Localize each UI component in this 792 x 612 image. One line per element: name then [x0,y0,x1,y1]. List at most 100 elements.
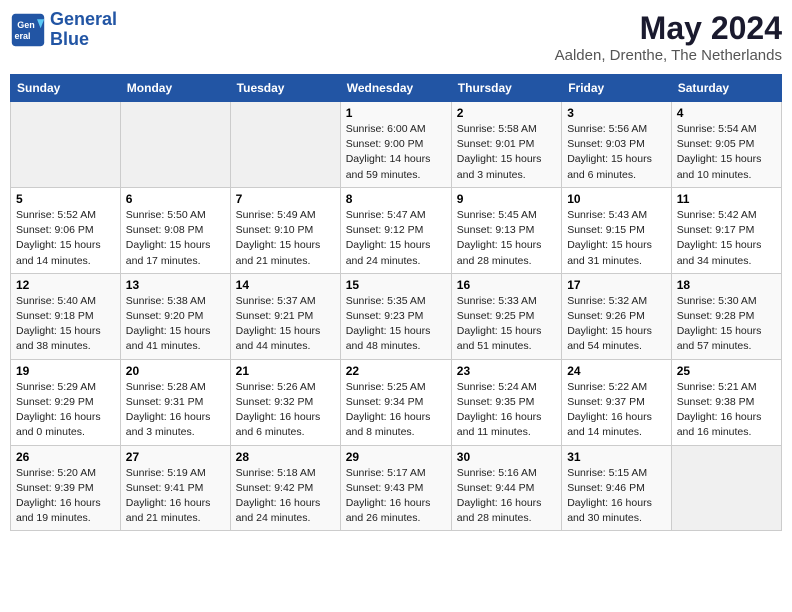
day-cell: 1Sunrise: 6:00 AM Sunset: 9:00 PM Daylig… [340,102,451,188]
day-number: 31 [567,450,666,464]
day-cell: 28 Sunrise: 5:18 AM Sunset: 9:42 PM Dayli… [230,445,340,531]
day-cell: 8 Sunrise: 5:47 AM Sunset: 9:12 PM Daylig… [340,187,451,273]
day-number: 13 [126,278,225,292]
day-info: Sunrise: 5:20 AM Sunset: 9:39 PM Dayligh… [16,466,115,527]
day-info: Sunrise: 6:00 AM Sunset: 9:00 PM Dayligh… [346,122,446,183]
day-cell: 6Sunrise: 5:50 AM Sunset: 9:08 PM Daylig… [120,187,230,273]
day-cell: 13Sunrise: 5:38 AM Sunset: 9:20 PM Dayli… [120,273,230,359]
svg-text:eral: eral [15,31,31,41]
month-title: May 2024 [555,10,782,47]
day-cell: 7 Sunrise: 5:49 AM Sunset: 9:10 PM Daylig… [230,187,340,273]
day-cell: 15Sunrise: 5:35 AM Sunset: 9:23 PM Dayli… [340,273,451,359]
col-thursday: Thursday [451,75,561,102]
day-number: 22 [346,364,446,378]
day-number: 25 [677,364,776,378]
day-info: Sunrise: 5:32 AM Sunset: 9:26 PM Dayligh… [567,294,666,355]
day-cell: 29 Sunrise: 5:17 AM Sunset: 9:43 PM Dayli… [340,445,451,531]
day-number: 2 [457,106,556,120]
day-cell [120,102,230,188]
day-number: 20 [126,364,225,378]
day-info: Sunrise: 5:21 AM Sunset: 9:38 PM Dayligh… [677,380,776,441]
day-cell [230,102,340,188]
day-number: 27 [126,450,225,464]
day-number: 10 [567,192,666,206]
day-info: Sunrise: 5:30 AM Sunset: 9:28 PM Dayligh… [677,294,776,355]
logo-line1: General [50,9,117,29]
day-number: 5 [16,192,115,206]
week-row-1: 1Sunrise: 6:00 AM Sunset: 9:00 PM Daylig… [11,102,782,188]
day-number: 21 [236,364,335,378]
day-number: 14 [236,278,335,292]
day-cell: 16Sunrise: 5:33 AM Sunset: 9:25 PM Dayli… [451,273,561,359]
day-info: Sunrise: 5:35 AM Sunset: 9:23 PM Dayligh… [346,294,446,355]
day-cell: 5 Sunrise: 5:52 AM Sunset: 9:06 PM Daylig… [11,187,121,273]
day-info: Sunrise: 5:58 AM Sunset: 9:01 PM Dayligh… [457,122,556,183]
day-cell: 19Sunrise: 5:29 AM Sunset: 9:29 PM Dayli… [11,359,121,445]
day-number: 23 [457,364,556,378]
day-info: Sunrise: 5:17 AM Sunset: 9:43 PM Dayligh… [346,466,446,527]
day-cell: 20 Sunrise: 5:28 AM Sunset: 9:31 PM Dayli… [120,359,230,445]
day-number: 24 [567,364,666,378]
day-info: Sunrise: 5:16 AM Sunset: 9:44 PM Dayligh… [457,466,556,527]
day-info: Sunrise: 5:37 AM Sunset: 9:21 PM Dayligh… [236,294,335,355]
week-row-2: 5 Sunrise: 5:52 AM Sunset: 9:06 PM Daylig… [11,187,782,273]
day-cell: 22 Sunrise: 5:25 AM Sunset: 9:34 PM Dayli… [340,359,451,445]
day-number: 6 [126,192,225,206]
day-number: 30 [457,450,556,464]
day-number: 11 [677,192,776,206]
day-cell: 2 Sunrise: 5:58 AM Sunset: 9:01 PM Daylig… [451,102,561,188]
header-row: Sunday Monday Tuesday Wednesday Thursday… [11,75,782,102]
location-title: Aalden, Drenthe, The Netherlands [555,47,782,64]
day-number: 29 [346,450,446,464]
day-info: Sunrise: 5:42 AM Sunset: 9:17 PM Dayligh… [677,208,776,269]
day-info: Sunrise: 5:22 AM Sunset: 9:37 PM Dayligh… [567,380,666,441]
day-number: 12 [16,278,115,292]
day-cell: 21 Sunrise: 5:26 AM Sunset: 9:32 PM Dayli… [230,359,340,445]
day-number: 18 [677,278,776,292]
day-info: Sunrise: 5:24 AM Sunset: 9:35 PM Dayligh… [457,380,556,441]
day-cell: 17Sunrise: 5:32 AM Sunset: 9:26 PM Dayli… [562,273,672,359]
day-cell: 11 Sunrise: 5:42 AM Sunset: 9:17 PM Dayli… [671,187,781,273]
day-info: Sunrise: 5:52 AM Sunset: 9:06 PM Dayligh… [16,208,115,269]
day-cell: 4Sunrise: 5:54 AM Sunset: 9:05 PM Daylig… [671,102,781,188]
col-monday: Monday [120,75,230,102]
logo-line2: Blue [50,29,89,49]
day-cell: 30 Sunrise: 5:16 AM Sunset: 9:44 PM Dayli… [451,445,561,531]
col-saturday: Saturday [671,75,781,102]
day-info: Sunrise: 5:49 AM Sunset: 9:10 PM Dayligh… [236,208,335,269]
day-info: Sunrise: 5:18 AM Sunset: 9:42 PM Dayligh… [236,466,335,527]
page-header: Gen eral General Blue May 2024 Aalden, D… [10,10,782,64]
day-number: 7 [236,192,335,206]
day-number: 16 [457,278,556,292]
day-cell: 23 Sunrise: 5:24 AM Sunset: 9:35 PM Dayli… [451,359,561,445]
day-cell: 25 Sunrise: 5:21 AM Sunset: 9:38 PM Dayli… [671,359,781,445]
day-cell [671,445,781,531]
day-info: Sunrise: 5:19 AM Sunset: 9:41 PM Dayligh… [126,466,225,527]
logo-text: General Blue [50,10,117,50]
calendar-table: Sunday Monday Tuesday Wednesday Thursday… [10,74,782,531]
day-cell: 26 Sunrise: 5:20 AM Sunset: 9:39 PM Dayli… [11,445,121,531]
day-info: Sunrise: 5:56 AM Sunset: 9:03 PM Dayligh… [567,122,666,183]
day-info: Sunrise: 5:26 AM Sunset: 9:32 PM Dayligh… [236,380,335,441]
day-number: 9 [457,192,556,206]
day-info: Sunrise: 5:47 AM Sunset: 9:12 PM Dayligh… [346,208,446,269]
calendar-body: 1Sunrise: 6:00 AM Sunset: 9:00 PM Daylig… [11,102,782,531]
day-number: 8 [346,192,446,206]
col-sunday: Sunday [11,75,121,102]
day-info: Sunrise: 5:28 AM Sunset: 9:31 PM Dayligh… [126,380,225,441]
day-cell: 14 Sunrise: 5:37 AM Sunset: 9:21 PM Dayli… [230,273,340,359]
day-cell: 24 Sunrise: 5:22 AM Sunset: 9:37 PM Dayli… [562,359,672,445]
week-row-5: 26 Sunrise: 5:20 AM Sunset: 9:39 PM Dayli… [11,445,782,531]
title-block: May 2024 Aalden, Drenthe, The Netherland… [555,10,782,64]
day-cell: 10 Sunrise: 5:43 AM Sunset: 9:15 PM Dayli… [562,187,672,273]
day-info: Sunrise: 5:40 AM Sunset: 9:18 PM Dayligh… [16,294,115,355]
day-number: 28 [236,450,335,464]
day-number: 26 [16,450,115,464]
col-wednesday: Wednesday [340,75,451,102]
day-cell: 31Sunrise: 5:15 AM Sunset: 9:46 PM Dayli… [562,445,672,531]
day-info: Sunrise: 5:43 AM Sunset: 9:15 PM Dayligh… [567,208,666,269]
day-cell: 27 Sunrise: 5:19 AM Sunset: 9:41 PM Dayli… [120,445,230,531]
day-info: Sunrise: 5:25 AM Sunset: 9:34 PM Dayligh… [346,380,446,441]
svg-text:Gen: Gen [17,20,35,30]
logo: Gen eral General Blue [10,10,117,50]
